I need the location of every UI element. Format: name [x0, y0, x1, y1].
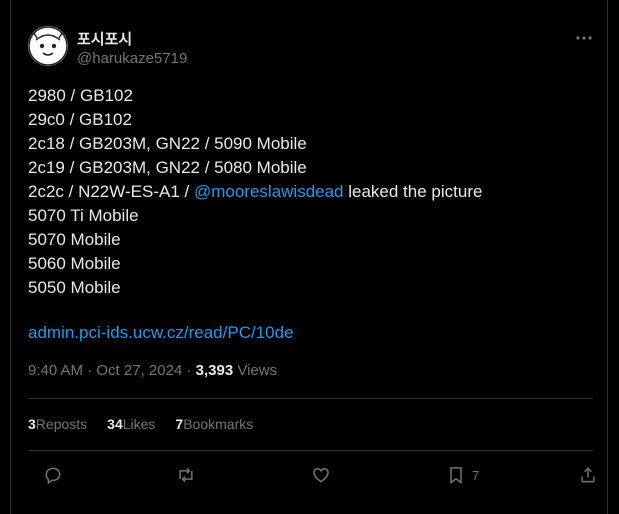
tweet-line: 2c19 / GB203M, GN22 / 5080 Mobile — [28, 158, 307, 177]
bookmark-count: 7 — [472, 467, 480, 483]
tweet-text: 2980 / GB102 29c0 / GB102 2c18 / GB203M,… — [28, 84, 588, 300]
tweet-line: 5070 Ti Mobile — [28, 206, 139, 225]
tweet-line: 2c18 / GB203M, GN22 / 5090 Mobile — [28, 134, 307, 153]
like-button[interactable] — [311, 462, 331, 488]
mention-link[interactable]: @mooreslawisdead — [194, 182, 344, 201]
tweet-line: 29c0 / GB102 — [28, 110, 132, 129]
reposts-label: Reposts — [35, 416, 88, 432]
reply-button[interactable] — [43, 462, 63, 488]
repost-button[interactable] — [176, 462, 196, 488]
engagement-stats: 3Reposts 34Likes 7Bookmarks — [28, 416, 253, 432]
views-count: 3,393 — [195, 362, 234, 379]
likes-stat[interactable]: 34Likes — [107, 416, 155, 432]
bookmarks-stat[interactable]: 7Bookmarks — [175, 416, 253, 432]
views-label: Views — [233, 362, 278, 379]
avatar[interactable] — [28, 26, 68, 66]
tweet-time[interactable]: 9:40 AM — [28, 362, 83, 379]
tweet-meta: 9:40 AM · Oct 27, 2024 · 3,393 Views — [28, 362, 277, 379]
tweet-line-suffix: leaked the picture — [343, 182, 483, 201]
meta-separator: · — [182, 362, 196, 379]
tweet-line-with-mention: 2c2c / N22W-ES-A1 / @mooreslawisdead lea… — [28, 180, 588, 204]
reply-icon — [45, 467, 61, 485]
tweet-line: 5060 Mobile — [28, 254, 121, 273]
tweet-date[interactable]: Oct 27, 2024 — [96, 362, 182, 379]
more-horizontal-icon[interactable] — [574, 30, 594, 46]
like-icon — [313, 467, 329, 483]
repost-icon — [179, 467, 193, 483]
bookmarks-label: Bookmarks — [183, 416, 254, 432]
tweet-line: 5050 Mobile — [28, 278, 121, 297]
share-button[interactable] — [578, 462, 598, 488]
action-bar: 7 — [28, 462, 595, 488]
share-icon — [581, 467, 595, 483]
divider — [28, 398, 593, 399]
reposts-count: 3 — [28, 416, 36, 432]
bookmark-button[interactable]: 7 — [446, 462, 479, 488]
tweet-card: 포시포시 @harukaze5719 2980 / GB102 29c0 / G… — [10, 0, 608, 514]
display-name[interactable]: 포시포시 — [77, 28, 132, 49]
external-link-row: admin.pci-ids.ucw.cz/read/PC/10de — [28, 321, 294, 345]
likes-count: 34 — [107, 416, 123, 432]
divider — [28, 450, 593, 451]
external-link[interactable]: admin.pci-ids.ucw.cz/read/PC/10de — [28, 323, 294, 342]
meta-separator: · — [83, 362, 97, 379]
tweet-line: 5070 Mobile — [28, 230, 121, 249]
avatar-image — [28, 26, 68, 66]
reposts-stat[interactable]: 3Reposts — [28, 416, 87, 432]
tweet-line: 2980 / GB102 — [28, 86, 133, 105]
likes-label: Likes — [122, 416, 156, 432]
user-handle[interactable]: @harukaze5719 — [77, 50, 187, 67]
tweet-line-prefix: 2c2c / N22W-ES-A1 / — [28, 182, 194, 201]
bookmark-icon — [450, 467, 462, 484]
